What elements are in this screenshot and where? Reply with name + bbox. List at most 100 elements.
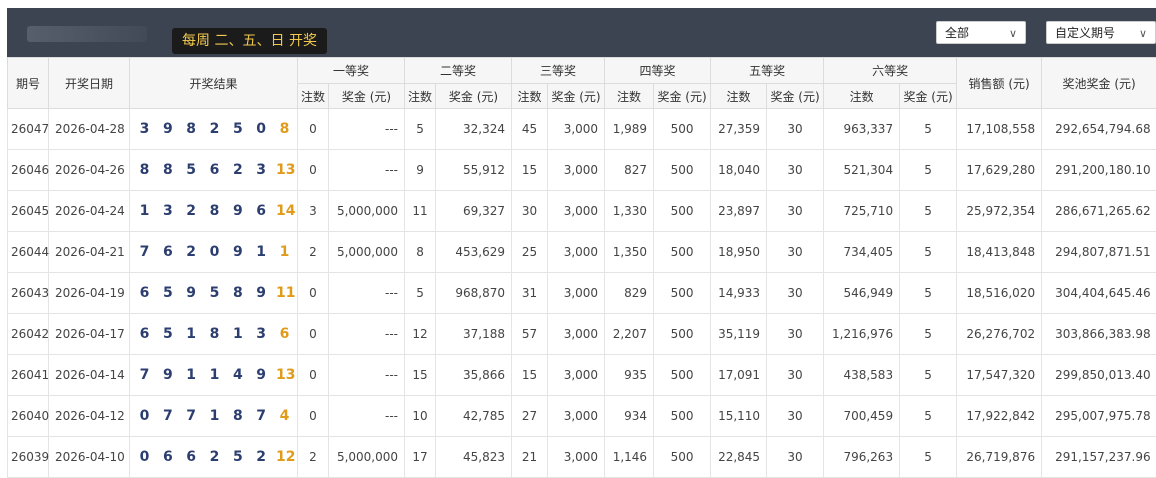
date-cell: 2026-04-24 bbox=[48, 190, 130, 232]
prize3-amount-cell: 3,000 bbox=[547, 313, 605, 355]
prize3-count-cell: 15 bbox=[511, 354, 548, 396]
result-number: 6 bbox=[162, 244, 173, 260]
date-cell: 2026-04-14 bbox=[48, 354, 130, 396]
period-cell: 26046 bbox=[7, 149, 49, 191]
prize3-count-cell: 15 bbox=[511, 149, 548, 191]
result-number: 4 bbox=[232, 367, 243, 383]
result-number: 8 bbox=[232, 285, 243, 301]
prize5-count-cell: 15,110 bbox=[710, 395, 767, 437]
date-cell: 2026-04-26 bbox=[48, 149, 130, 191]
result-number: 1 bbox=[209, 367, 220, 383]
result-number: 1 bbox=[186, 367, 197, 383]
prize2-count-cell: 5 bbox=[404, 272, 436, 314]
period-cell: 26043 bbox=[7, 272, 49, 314]
result-number: 2 bbox=[186, 203, 197, 219]
period-cell: 26039 bbox=[7, 436, 49, 478]
result-number: 7 bbox=[186, 408, 197, 424]
prize6-amount-cell: 5 bbox=[899, 108, 957, 150]
sales-cell: 17,922,842 bbox=[956, 395, 1042, 437]
table-row: 26047 2026-04-28 3 9 8 2 5 0 8 0 --- 5 32,324 45 3,000… bbox=[7, 108, 1156, 150]
prize1-amount-cell: --- bbox=[327, 149, 405, 191]
result-number: 5 bbox=[186, 162, 197, 178]
result-number: 3 bbox=[139, 121, 150, 137]
table-row: 26045 2026-04-24 1 3 2 8 9 6 14 3 5,000,000 11 69,32… bbox=[7, 190, 1156, 232]
prize1-count-cell: 0 bbox=[297, 354, 329, 396]
prize2-amount-cell: 45,823 bbox=[435, 436, 512, 478]
sales-cell: 17,108,558 bbox=[956, 108, 1042, 150]
result-number: 6 bbox=[139, 326, 150, 342]
period-cell: 26040 bbox=[7, 395, 49, 437]
pool-cell: 291,157,237.96 bbox=[1041, 436, 1156, 478]
prize2-count-cell: 5 bbox=[404, 108, 436, 150]
prize5-amount-cell: 30 bbox=[766, 395, 824, 437]
pool-cell: 299,850,013.40 bbox=[1041, 354, 1156, 396]
result-number: 5 bbox=[162, 285, 173, 301]
result-number: 5 bbox=[162, 326, 173, 342]
table-row: 26043 2026-04-19 6 5 9 5 8 9 11 0 --- 5 968,870 31 3,0… bbox=[7, 272, 1156, 314]
date-cell: 2026-04-21 bbox=[48, 231, 130, 273]
date-cell: 2026-04-10 bbox=[48, 436, 130, 478]
prize4-amount-cell: 500 bbox=[653, 108, 711, 150]
prize3-amount-cell: 3,000 bbox=[547, 231, 605, 273]
prize5-count-cell: 17,091 bbox=[710, 354, 767, 396]
period-select[interactable]: 自定义期号 ∨ bbox=[1046, 21, 1156, 44]
prize3-count-cell: 30 bbox=[511, 190, 548, 232]
prize6-amount-cell: 5 bbox=[899, 436, 957, 478]
prize2-amount-cell: 55,912 bbox=[435, 149, 512, 191]
bonus-number: 13 bbox=[275, 367, 296, 383]
result-number: 0 bbox=[139, 449, 150, 465]
prize1-count-cell: 0 bbox=[297, 149, 329, 191]
col-count: 注数 bbox=[297, 83, 329, 109]
period-cell: 26047 bbox=[7, 108, 49, 150]
prize2-count-cell: 10 bbox=[404, 395, 436, 437]
pool-cell: 292,654,794.68 bbox=[1041, 108, 1156, 150]
result-number: 3 bbox=[256, 326, 267, 342]
prize3-amount-cell: 3,000 bbox=[547, 190, 605, 232]
result-number: 8 bbox=[209, 326, 220, 342]
pool-cell: 295,007,975.78 bbox=[1041, 395, 1156, 437]
result-number: 2 bbox=[232, 162, 243, 178]
prize4-count-cell: 1,146 bbox=[604, 436, 654, 478]
prize5-amount-cell: 30 bbox=[766, 354, 824, 396]
result-numbers: 0 6 6 2 5 2 12 bbox=[130, 449, 297, 465]
result-number: 3 bbox=[162, 203, 173, 219]
date-cell: 2026-04-17 bbox=[48, 313, 130, 355]
col-amount: 奖金 (元) bbox=[766, 83, 825, 109]
col-prize5: 五等奖 bbox=[710, 57, 825, 84]
prize6-amount-cell: 5 bbox=[899, 354, 957, 396]
prize6-count-cell: 700,459 bbox=[823, 395, 900, 437]
col-amount: 奖金 (元) bbox=[653, 83, 712, 109]
prize3-amount-cell: 3,000 bbox=[547, 108, 605, 150]
result-number: 8 bbox=[209, 203, 220, 219]
prize5-count-cell: 27,359 bbox=[710, 108, 767, 150]
pool-cell: 304,404,645.46 bbox=[1041, 272, 1156, 314]
result-cell: 0 6 6 2 5 2 12 bbox=[129, 436, 298, 478]
result-number: 9 bbox=[256, 285, 267, 301]
draw-schedule-badge: 每周 二、五、日 开奖 bbox=[172, 28, 327, 54]
col-result: 开奖结果 bbox=[129, 57, 298, 109]
bonus-number: 6 bbox=[279, 326, 290, 342]
prize3-count-cell: 25 bbox=[511, 231, 548, 273]
prize6-count-cell: 963,337 bbox=[823, 108, 900, 150]
prize4-count-cell: 827 bbox=[604, 149, 654, 191]
prize4-count-cell: 829 bbox=[604, 272, 654, 314]
sales-cell: 17,547,320 bbox=[956, 354, 1042, 396]
result-cell: 6 5 9 5 8 9 11 bbox=[129, 272, 298, 314]
result-number: 1 bbox=[186, 326, 197, 342]
prize1-count-cell: 0 bbox=[297, 272, 329, 314]
prize1-amount-cell: 5,000,000 bbox=[327, 231, 405, 273]
prize6-amount-cell: 5 bbox=[899, 272, 957, 314]
bonus-number: 11 bbox=[275, 285, 296, 301]
prize6-amount-cell: 5 bbox=[899, 395, 957, 437]
prize2-amount-cell: 69,327 bbox=[435, 190, 512, 232]
pool-cell: 291,200,180.10 bbox=[1041, 149, 1156, 191]
prize4-amount-cell: 500 bbox=[653, 313, 711, 355]
prize4-amount-cell: 500 bbox=[653, 436, 711, 478]
result-numbers: 1 3 2 8 9 6 14 bbox=[130, 203, 297, 219]
result-number: 6 bbox=[139, 285, 150, 301]
period-cell: 26044 bbox=[7, 231, 49, 273]
prize6-count-cell: 438,583 bbox=[823, 354, 900, 396]
filter-select[interactable]: 全部 ∨ bbox=[936, 21, 1026, 44]
col-count: 注数 bbox=[710, 83, 768, 109]
prize3-amount-cell: 3,000 bbox=[547, 395, 605, 437]
